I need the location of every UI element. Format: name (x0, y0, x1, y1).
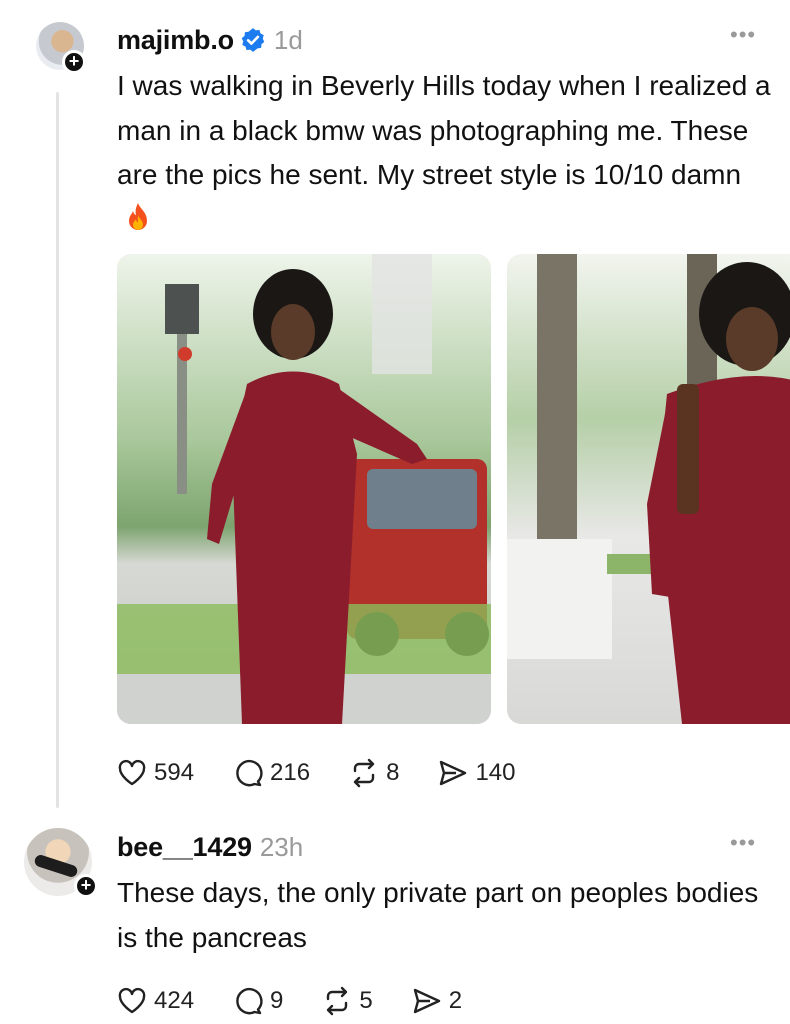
like-count: 424 (154, 987, 195, 1014)
more-options-icon[interactable]: ••• (730, 24, 756, 46)
comment-button[interactable]: 9 (232, 985, 283, 1017)
reply-header: bee__1429 23h (117, 828, 303, 866)
like-count: 594 (154, 759, 195, 786)
like-button[interactable]: 424 (116, 985, 194, 1017)
repost-button[interactable]: 5 (321, 985, 373, 1017)
send-icon (440, 760, 467, 786)
flame-emoji-icon (129, 202, 147, 230)
thread-connector-line (56, 92, 59, 808)
post-text: I was walking in Beverly Hills today whe… (117, 70, 771, 190)
share-button[interactable]: 2 (411, 985, 462, 1017)
reply-username[interactable]: bee__1429 (117, 832, 252, 863)
share-count: 2 (448, 987, 463, 1014)
comment-button[interactable]: 216 (232, 757, 310, 789)
follow-plus-icon[interactable]: + (74, 874, 98, 898)
share-button[interactable]: 140 (437, 757, 516, 789)
repost-count: 8 (386, 759, 400, 786)
like-button[interactable]: 594 (116, 757, 194, 789)
comment-count: 216 (270, 759, 311, 786)
comment-count: 9 (270, 987, 284, 1014)
heart-icon (118, 759, 146, 786)
send-icon (413, 988, 440, 1014)
more-options-icon[interactable]: ••• (730, 832, 756, 854)
repost-icon (327, 986, 348, 1016)
repost-button[interactable]: 8 (348, 757, 399, 789)
post-username[interactable]: majimb.o (117, 25, 234, 56)
comment-icon (236, 987, 263, 1015)
reply-action-bar: 424 9 5 2 (116, 985, 500, 1017)
post-action-bar: 594 216 8 140 (116, 757, 554, 789)
share-count: 140 (475, 759, 516, 786)
repost-count: 5 (359, 987, 373, 1014)
post-photo-2[interactable] (507, 254, 790, 724)
post-header: majimb.o 1d (117, 20, 303, 60)
post-timestamp: 1d (273, 24, 303, 55)
follow-plus-icon[interactable]: + (62, 50, 86, 74)
reply-text: These days, the only private part on peo… (117, 877, 759, 953)
reply-timestamp: 23h (259, 831, 304, 862)
repost-icon (353, 758, 375, 788)
post-body: I was walking in Beverly Hills today whe… (117, 64, 777, 242)
avatar-glasses (33, 853, 79, 879)
comment-icon (236, 759, 263, 787)
verified-badge-icon (241, 28, 265, 52)
post-photo-1[interactable] (117, 254, 491, 724)
heart-icon (118, 987, 146, 1014)
